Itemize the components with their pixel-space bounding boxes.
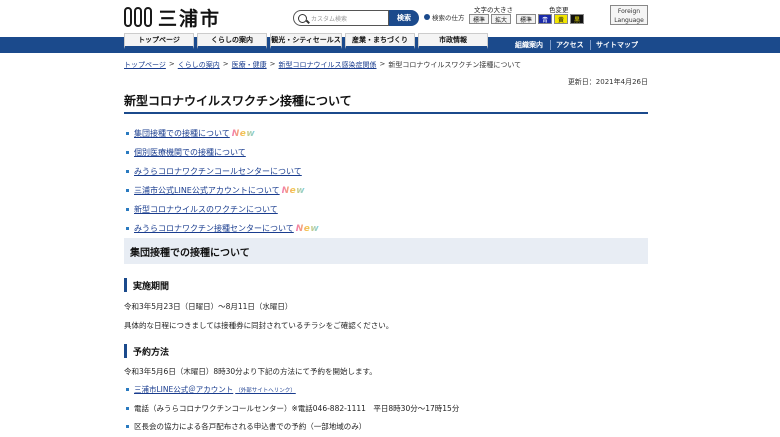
search-button[interactable]: 検索 xyxy=(389,10,419,26)
color-blue-button[interactable]: 青 xyxy=(538,14,553,24)
toc-link[interactable]: 個別医療機関での接種について xyxy=(134,147,246,158)
search-placeholder: カスタム検索 xyxy=(311,15,348,23)
color-yellow-button[interactable]: 黄 xyxy=(554,14,569,24)
toc-link[interactable]: みうらコロナワクチンコールセンターについて xyxy=(134,166,302,177)
color-controls: 標準 青 黄 黒 xyxy=(516,14,585,24)
font-size-large-button[interactable]: 拡大 xyxy=(491,14,512,24)
list-item: 新型コロナウイルスのワクチンについて xyxy=(124,200,524,219)
section-heading: 集団接種での接種について xyxy=(124,238,648,264)
nav-divider xyxy=(590,40,591,50)
bullet-icon xyxy=(126,170,129,173)
tab-living-guide[interactable]: くらしの案内 xyxy=(197,33,267,49)
nav-organization-link[interactable]: 組織案内 xyxy=(515,40,543,50)
breadcrumb-link[interactable]: くらしの案内 xyxy=(178,60,220,70)
color-change-label: 色変更 xyxy=(549,6,569,14)
table-of-contents: 集団接種での接種について New 個別医療機関での接種について みうらコロナワクチ… xyxy=(124,124,524,238)
list-item: 三浦市公式LINE公式アカウントについて New xyxy=(124,181,524,200)
search-icon xyxy=(298,13,307,23)
updated-date: 更新日：2021年4月26日 xyxy=(567,78,648,86)
breadcrumb-link[interactable]: 医療・健康 xyxy=(232,60,267,70)
toc-link[interactable]: 新型コロナウイルスのワクチンについて xyxy=(134,204,278,215)
period-heading: 実施期間 xyxy=(124,278,169,292)
page-title: 新型コロナウイルスワクチン接種について xyxy=(124,92,648,114)
list-item: 電話（みうらコロナワクチンコールセンター）※電話046-882-1111 平日8… xyxy=(124,403,459,414)
search-input[interactable]: カスタム検索 xyxy=(293,10,389,26)
period-note: 具体的な日程につきましては接種券に同封されているチラシをご確認ください。 xyxy=(124,321,394,330)
tab-top-page[interactable]: トップページ xyxy=(124,33,194,49)
list-item: 個別医療機関での接種について xyxy=(124,143,524,162)
site-logo-text: 三浦市 xyxy=(158,7,222,30)
nav-sitemap-link[interactable]: サイトマップ xyxy=(596,40,638,50)
font-size-standard-button[interactable]: 標準 xyxy=(469,14,490,24)
breadcrumb: トップページ > くらしの案内 > 医療・健康 > 新型コロナウイルス感染症関係 > 新… xyxy=(124,60,521,70)
new-badge: New xyxy=(281,185,306,196)
list-item: みうらコロナワクチンコールセンターについて xyxy=(124,162,524,181)
search-help-link[interactable]: 検索の仕方 xyxy=(424,12,465,22)
breadcrumb-link[interactable]: 新型コロナウイルス感染症関係 xyxy=(279,60,377,70)
breadcrumb-separator: > xyxy=(269,60,276,68)
period-text: 令和3年5月23日（日曜日）～8月11日（水曜日） xyxy=(124,302,293,311)
nav-divider xyxy=(550,40,551,50)
foreign-language-button[interactable]: Foreign Language xyxy=(610,5,648,25)
external-link-note: （外部サイトへリンク） xyxy=(235,387,296,394)
tab-industry[interactable]: 産業・まちづくり xyxy=(345,33,415,49)
reserve-text: 令和3年5月6日（木曜日）8時30分より下記の方法にて予約を開始します。 xyxy=(124,367,377,376)
tab-tourism[interactable]: 観光・シティセールス xyxy=(270,33,342,49)
breadcrumb-current: 新型コロナウイルスワクチン接種について xyxy=(388,61,522,69)
form-reservation-text: 区長会の協力による各戸配布される申込書での予約（一部地域のみ） xyxy=(134,422,367,431)
new-badge: New xyxy=(295,223,320,234)
bullet-icon xyxy=(126,407,129,410)
info-dot-icon xyxy=(424,14,430,20)
breadcrumb-separator: > xyxy=(222,60,229,68)
search-help-label: 検索の仕方 xyxy=(432,14,465,22)
phone-reservation-text: 電話（みうらコロナワクチンコールセンター）※電話046-882-1111 平日8… xyxy=(134,404,460,413)
bullet-icon xyxy=(126,208,129,211)
list-item: 三浦市LINE公式＠アカウント （外部サイトへリンク） xyxy=(124,384,296,395)
bullet-icon xyxy=(126,227,129,230)
reserve-heading: 予約方法 xyxy=(124,344,169,358)
color-standard-button[interactable]: 標準 xyxy=(516,14,537,24)
toc-link[interactable]: みうらコロナワクチン接種センターについて xyxy=(134,223,294,234)
bullet-icon xyxy=(126,388,129,391)
bullet-icon xyxy=(126,132,129,135)
toc-link[interactable]: 三浦市公式LINE公式アカウントについて xyxy=(134,185,280,196)
font-size-label: 文字の大きさ xyxy=(474,6,513,14)
breadcrumb-separator: > xyxy=(379,60,386,68)
list-item: 区長会の協力による各戸配布される申込書での予約（一部地域のみ） xyxy=(124,421,366,432)
breadcrumb-link[interactable]: トップページ xyxy=(124,60,166,70)
tab-city-info[interactable]: 市政情報 xyxy=(418,33,488,49)
toc-link[interactable]: 集団接種での接種について xyxy=(134,128,230,139)
site-logo[interactable]: 三浦市 xyxy=(124,6,222,30)
bullet-icon xyxy=(126,189,129,192)
bullet-icon xyxy=(126,151,129,154)
city-emblem-icon xyxy=(124,7,152,27)
color-black-button[interactable]: 黒 xyxy=(570,14,585,24)
new-badge: New xyxy=(231,128,256,139)
nav-access-link[interactable]: アクセス xyxy=(556,40,584,50)
line-account-link[interactable]: 三浦市LINE公式＠アカウント xyxy=(134,384,233,395)
bullet-icon xyxy=(126,425,129,428)
list-item: みうらコロナワクチン接種センターについて New xyxy=(124,219,524,238)
list-item: 集団接種での接種について New xyxy=(124,124,524,143)
breadcrumb-separator: > xyxy=(168,60,175,68)
font-size-controls: 標準 拡大 xyxy=(469,14,512,24)
